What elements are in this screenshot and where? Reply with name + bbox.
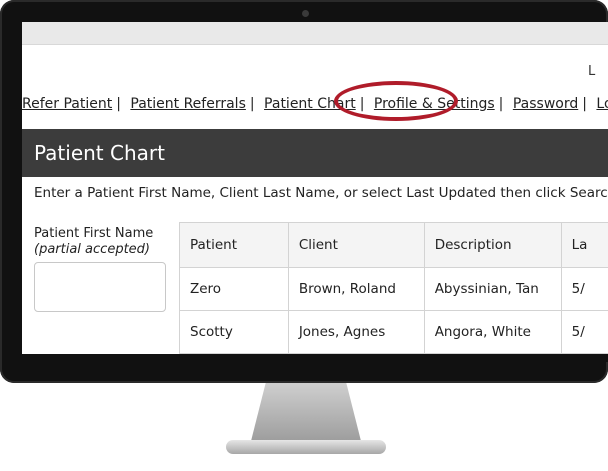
table-row[interactable]: Scotty Jones, Agnes Angora, White 5/ xyxy=(179,310,608,354)
cell-last-updated: 5/ xyxy=(560,310,608,354)
header-corner-text: L xyxy=(588,64,596,79)
cell-patient: Zero xyxy=(179,267,289,311)
nav-password[interactable]: Password xyxy=(513,96,578,112)
patient-table: Patient Client Description La Zero Brown… xyxy=(179,222,608,354)
cell-description: Angora, White xyxy=(423,310,562,354)
cell-client: Jones, Agnes xyxy=(287,310,425,354)
column-header-patient[interactable]: Patient xyxy=(179,222,289,268)
search-instructions: Enter a Patient First Name, Client Last … xyxy=(34,185,608,201)
filter-label-text: Patient First Name xyxy=(34,226,154,241)
screen-bottom-bezel xyxy=(22,354,608,362)
nav-separator: | xyxy=(582,96,587,112)
monitor-stand-base xyxy=(226,440,386,454)
page-title: Patient Chart xyxy=(34,141,165,165)
monitor-stand-neck xyxy=(250,383,362,445)
patient-first-name-label: Patient First Name (partial accepted) xyxy=(34,226,153,258)
browser-top-bar xyxy=(22,22,608,45)
cell-client: Brown, Roland xyxy=(287,267,425,311)
cell-patient: Scotty xyxy=(179,310,289,354)
nav-patient-referrals[interactable]: Patient Referrals xyxy=(130,96,245,112)
camera-dot xyxy=(302,10,309,17)
column-header-last-updated[interactable]: La xyxy=(560,222,608,268)
nav-refer-patient[interactable]: Refer Patient xyxy=(22,96,112,112)
cell-last-updated: 5/ xyxy=(560,267,608,311)
panel-header: Patient Chart xyxy=(22,129,608,177)
column-header-client[interactable]: Client xyxy=(287,222,425,268)
nav-separator: | xyxy=(249,96,255,112)
monitor-frame: L Refer Patient | Patient Referrals | Pati… xyxy=(0,0,608,383)
column-header-description[interactable]: Description xyxy=(423,222,562,268)
table-header-row: Patient Client Description La xyxy=(179,222,608,268)
profile-settings-highlight-circle xyxy=(334,81,458,121)
top-navigation: Refer Patient | Patient Referrals | Patien… xyxy=(22,95,608,113)
nav-separator: | xyxy=(498,96,504,112)
table-row[interactable]: Zero Brown, Roland Abyssinian, Tan 5/ xyxy=(179,267,608,311)
filter-hint-text: (partial accepted) xyxy=(34,242,150,257)
nav-log-out[interactable]: Log Out xyxy=(596,96,608,112)
screen: L Refer Patient | Patient Referrals | Pati… xyxy=(22,22,608,354)
patient-first-name-input[interactable] xyxy=(34,262,166,312)
nav-separator: | xyxy=(116,96,121,112)
cell-description: Abyssinian, Tan xyxy=(423,267,562,311)
